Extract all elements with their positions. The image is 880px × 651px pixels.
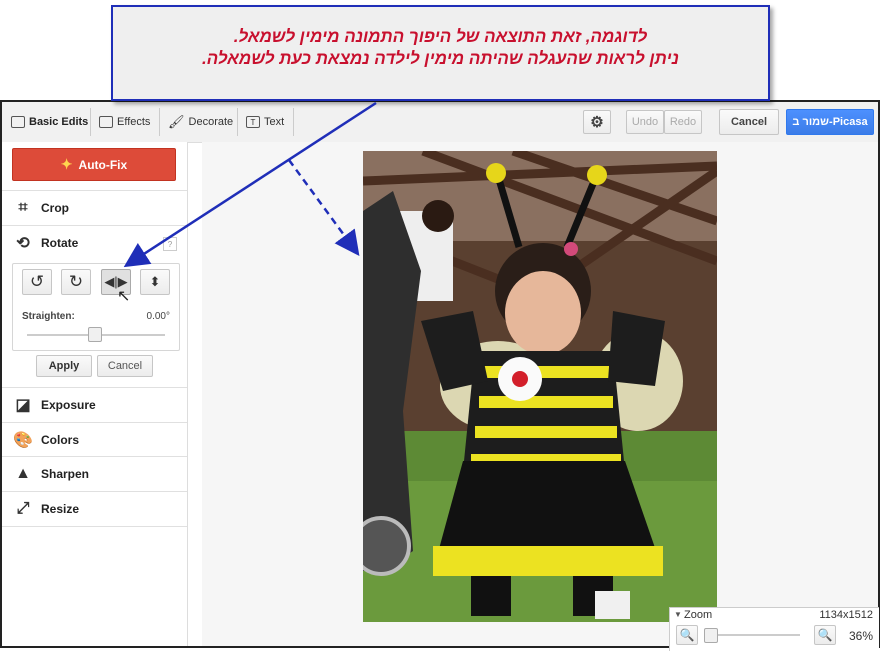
zoom-percent: 36% <box>848 629 873 643</box>
rotate-left-button[interactable]: ↺ <box>22 269 52 295</box>
exposure-label: Exposure <box>41 398 96 412</box>
apply-button[interactable]: Apply <box>36 355 92 377</box>
exposure-icon: ◪ <box>15 397 31 414</box>
tab-effects[interactable]: Effects <box>99 110 150 134</box>
rotate-label: Rotate <box>41 236 79 250</box>
colors-item[interactable]: 🎨 Colors <box>2 422 187 457</box>
auto-fix-label: Auto-Fix <box>78 157 128 172</box>
crop-item[interactable]: ⌗ Crop <box>2 190 187 225</box>
undo-button[interactable]: Undo <box>626 110 664 134</box>
tab-label: Text <box>264 116 285 128</box>
resize-label: Resize <box>41 502 80 516</box>
cancel-button[interactable]: Cancel <box>719 109 779 135</box>
zoom-in-button[interactable]: 🔍 <box>814 625 836 645</box>
editor-toolbar: Basic Edits Effects 🖌 Decorate T Text ⚙ … <box>2 102 878 143</box>
palette-icon: 🎨 <box>13 432 33 449</box>
sharpen-icon: ▲ <box>15 465 31 482</box>
save-to-picasa-button[interactable]: שמור ב-Picasa <box>786 109 874 135</box>
mouse-cursor-icon: ↖ <box>117 288 131 305</box>
tab-decorate[interactable]: 🖌 Decorate <box>168 110 233 134</box>
redo-button[interactable]: Redo <box>664 110 702 134</box>
zoom-out-icon: 🔍 <box>679 628 695 642</box>
help-icon[interactable]: ? <box>163 237 177 251</box>
rotate-icon: ⟲ <box>16 235 30 252</box>
sharpen-item[interactable]: ▲ Sharpen <box>2 456 187 491</box>
tab-basic-edits[interactable]: Basic Edits <box>11 110 88 134</box>
tab-label: Basic Edits <box>29 116 89 128</box>
rotate-left-icon: ↺ <box>29 272 45 291</box>
sparkle-icon: ✦ <box>60 156 73 172</box>
rotate-item[interactable]: ⟲ Rotate ? <box>2 225 187 260</box>
tab-text[interactable]: T Text <box>246 110 284 134</box>
tab-label: Effects <box>117 116 151 128</box>
edit-sidebar: ✦ Auto-Fix ⌗ Crop ⟲ Rotate ? ↺ ↻ ◀|▶ ⬍ ↖… <box>2 142 188 646</box>
auto-fix-button[interactable]: ✦ Auto-Fix <box>12 148 176 181</box>
rotate-panel: ↺ ↻ ◀|▶ ⬍ ↖ Straighten: 0.00° <box>12 263 180 351</box>
straighten-label: Straighten: <box>22 311 75 322</box>
collapse-arrow-icon[interactable]: ▼ <box>674 610 682 619</box>
effects-icon <box>99 116 113 128</box>
settings-button[interactable]: ⚙ <box>583 110 611 134</box>
callout-line-1: לדוגמה, זאת התוצאה של היפוך התמונה מימין… <box>233 27 648 46</box>
paint-roller-icon: 🖌 <box>168 114 185 129</box>
gear-icon: ⚙ <box>590 114 604 131</box>
image-dimensions: 1134x1512 <box>819 609 873 621</box>
tab-label: Decorate <box>188 116 234 128</box>
exposure-item[interactable]: ◪ Exposure <box>2 387 187 422</box>
photo-editor: Basic Edits Effects 🖌 Decorate T Text ⚙ … <box>0 100 880 651</box>
image-icon <box>11 116 25 128</box>
straighten-slider-handle[interactable] <box>88 327 102 342</box>
zoom-panel: ▼ Zoom 1134x1512 🔍 🔍 36% <box>669 607 879 651</box>
crop-icon: ⌗ <box>18 199 28 216</box>
zoom-label: Zoom <box>684 609 713 621</box>
edited-photo[interactable] <box>363 151 717 622</box>
resize-icon: ⤢ <box>16 500 30 517</box>
flip-vertical-icon: ⬍ <box>149 274 161 289</box>
sharpen-label: Sharpen <box>41 467 90 481</box>
callout-line-2: ניתן לראות שהעגלה שהיתה מימין לילדה נמצא… <box>202 49 679 68</box>
resize-item[interactable]: ⤢ Resize <box>2 491 187 527</box>
crop-label: Crop <box>41 201 69 215</box>
annotation-callout: לדוגמה, זאת התוצאה של היפוך התמונה מימין… <box>111 5 770 101</box>
rotate-cancel-button[interactable]: Cancel <box>97 355 153 377</box>
flip-vertical-button[interactable]: ⬍ <box>140 269 170 295</box>
rotate-right-icon: ↻ <box>68 272 84 291</box>
zoom-in-icon: 🔍 <box>817 628 833 642</box>
image-canvas <box>202 142 878 646</box>
zoom-slider-handle[interactable] <box>704 628 718 643</box>
text-icon: T <box>246 116 260 128</box>
colors-label: Colors <box>41 433 80 447</box>
rotate-right-button[interactable]: ↻ <box>61 269 91 295</box>
zoom-out-button[interactable]: 🔍 <box>676 625 698 645</box>
zoom-slider[interactable] <box>704 634 800 636</box>
straighten-value: 0.00° <box>146 311 170 322</box>
